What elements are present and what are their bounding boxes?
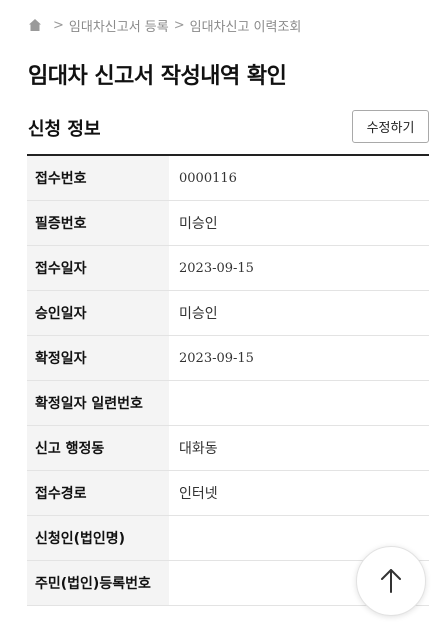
row-label: 필증번호 xyxy=(27,201,169,245)
breadcrumb-separator: > xyxy=(173,17,185,33)
breadcrumb: > 임대차신고서 등록 > 임대차신고 이력조회 xyxy=(28,14,301,36)
table-row: 접수번호 0000116 xyxy=(27,156,429,201)
row-label: 확정일자 xyxy=(27,336,169,380)
table-row: 접수일자 2023-09-15 xyxy=(27,246,429,291)
page: > 임대차신고서 등록 > 임대차신고 이력조회 임대차 신고서 작성내역 확인… xyxy=(0,0,445,635)
row-label: 주민(법인)등록번호 xyxy=(27,561,169,605)
info-table: 접수번호 0000116 필증번호 미승인 접수일자 2023-09-15 승인… xyxy=(27,154,429,606)
home-icon[interactable] xyxy=(28,18,42,32)
edit-button[interactable]: 수정하기 xyxy=(352,110,429,143)
row-value: 0000116 xyxy=(179,170,237,186)
row-label: 접수번호 xyxy=(27,156,169,200)
table-row: 확정일자 일련번호 xyxy=(27,381,429,426)
row-value: 인터넷 xyxy=(179,486,218,502)
breadcrumb-item-register[interactable]: 임대차신고서 등록 xyxy=(69,16,169,35)
row-label: 확정일자 일련번호 xyxy=(27,381,169,425)
table-row: 신고 행정동 대화동 xyxy=(27,426,429,471)
row-label: 신청인(법인명) xyxy=(27,516,169,560)
table-row: 확정일자 2023-09-15 xyxy=(27,336,429,381)
row-value: 미승인 xyxy=(179,216,218,232)
table-row: 필증번호 미승인 xyxy=(27,201,429,246)
section-title: 신청 정보 xyxy=(28,119,101,140)
row-label: 접수경로 xyxy=(27,471,169,515)
breadcrumb-item-history[interactable]: 임대차신고 이력조회 xyxy=(190,16,302,35)
row-value: 2023-09-15 xyxy=(179,260,254,276)
scroll-to-top-button[interactable] xyxy=(356,546,426,616)
row-label: 승인일자 xyxy=(27,291,169,335)
row-label: 신고 행정동 xyxy=(27,426,169,470)
row-value: 미승인 xyxy=(179,306,218,322)
row-label: 접수일자 xyxy=(27,246,169,290)
page-title: 임대차 신고서 작성내역 확인 xyxy=(28,64,287,89)
row-value: 대화동 xyxy=(179,441,218,457)
table-row: 승인일자 미승인 xyxy=(27,291,429,336)
arrow-up-icon xyxy=(381,569,401,593)
row-value: 2023-09-15 xyxy=(179,350,254,366)
breadcrumb-separator: > xyxy=(53,17,64,33)
table-row: 접수경로 인터넷 xyxy=(27,471,429,516)
